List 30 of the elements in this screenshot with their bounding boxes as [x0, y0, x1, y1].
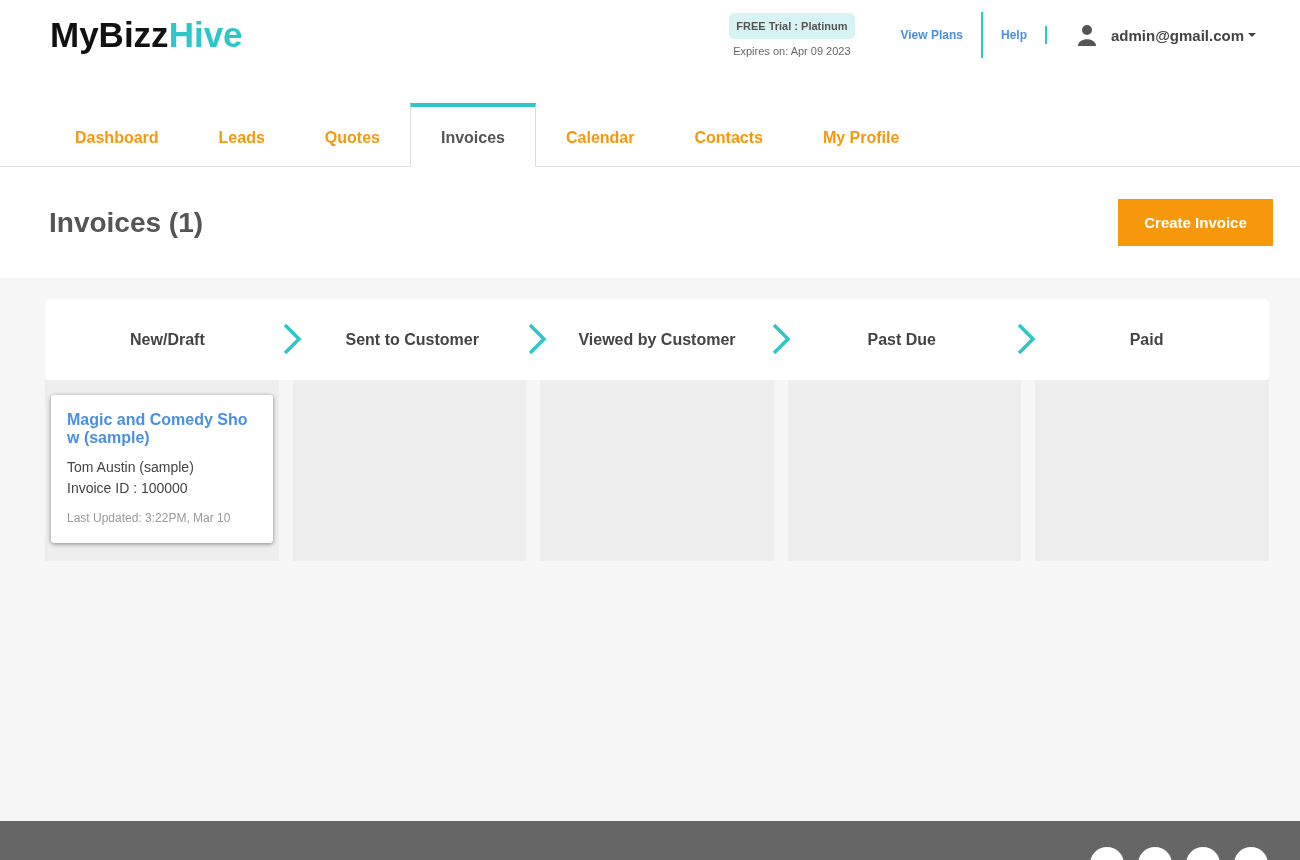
stage-label: New/Draft [130, 330, 205, 349]
page-title: Invoices (1) [49, 206, 204, 239]
logo[interactable]: MyBizzHive [50, 15, 243, 55]
chevron-icon [526, 322, 547, 356]
user-menu[interactable]: admin@gmail.com [1111, 26, 1256, 44]
invoice-id: Invoice ID : 100000 [67, 479, 189, 498]
chevron-icon [281, 322, 302, 356]
stage-label: Paid [1129, 330, 1164, 349]
create-invoice-button[interactable]: Create Invoice [1118, 199, 1273, 246]
nav-tab[interactable]: Contacts [664, 103, 793, 166]
chevron-icon [771, 322, 792, 356]
nav-tab[interactable]: Quotes [294, 103, 410, 166]
expiry-text: Expires on: Apr 09 2023 [733, 45, 851, 57]
customer-name: Tom Austin (sample) [67, 458, 195, 477]
invoice-card[interactable]: Magic and Comedy Show (sample) Tom Austin (sample) Invoice ID : 100000 Last Updated: 3:22PM, Mar 10 [51, 395, 273, 543]
nav-tab[interactable]: Dashboard [45, 103, 189, 166]
nav-tab[interactable]: Invoices [409, 103, 536, 167]
stage-label: Viewed by Customer [578, 330, 736, 349]
last-updated: Last Updated: 3:22PM, Mar 10 [67, 511, 232, 525]
invoice-title[interactable]: Magic and Comedy Show (sample) [67, 411, 257, 447]
user-icon [1077, 24, 1097, 46]
stage-label: Past Due [867, 330, 936, 349]
header-link[interactable]: View Plans [882, 28, 981, 42]
nav-tab[interactable]: Leads [188, 103, 295, 166]
plan-badge: FREE Trial : Platinum [729, 13, 855, 39]
nav-tab[interactable]: Calendar [536, 103, 665, 166]
nav-tab[interactable]: My Profile [792, 103, 930, 166]
chevron-icon [1016, 322, 1037, 356]
stage-label: Sent to Customer [345, 330, 479, 349]
header-link[interactable]: Help [983, 28, 1045, 42]
